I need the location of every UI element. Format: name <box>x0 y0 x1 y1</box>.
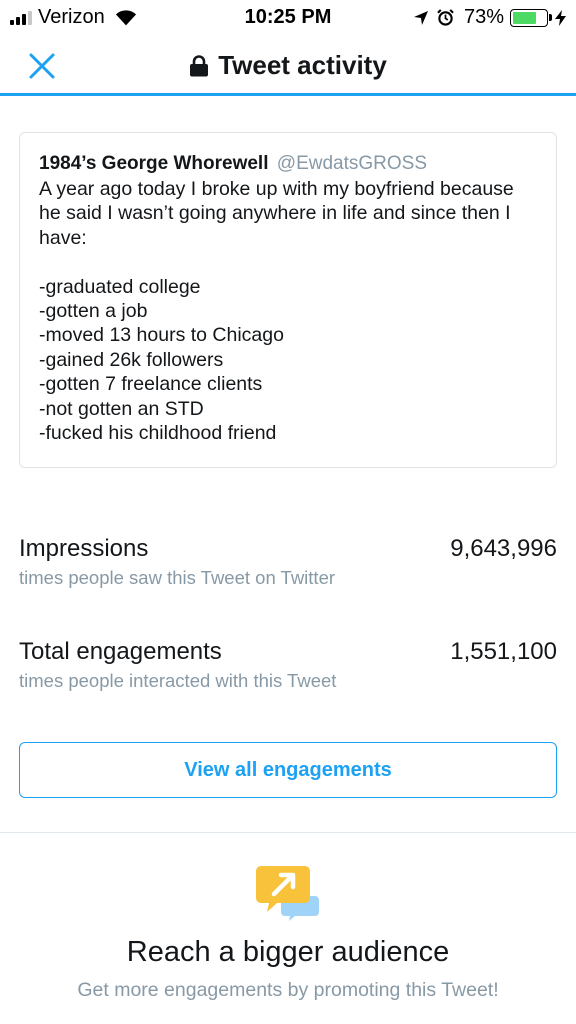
tweet-author-handle: @EwdatsGROSS <box>276 153 427 174</box>
battery-percent: 73% <box>463 6 504 28</box>
impressions-value: 9,643,996 <box>450 535 557 562</box>
promo-title: Reach a bigger audience <box>126 936 450 968</box>
charging-icon <box>555 9 566 26</box>
battery-fill <box>513 11 537 24</box>
tweet-text: A year ago today I broke up with my boyf… <box>39 178 514 445</box>
status-bar: Verizon 10:25 PM 73% <box>0 0 576 36</box>
promo-subtitle: Get more engagements by promoting this T… <box>77 979 499 1001</box>
view-all-engagements-button[interactable]: View all engagements <box>19 742 557 798</box>
engagements-value: 1,551,100 <box>450 638 557 665</box>
battery-cap <box>549 14 552 21</box>
title-text: Tweet activity <box>218 50 387 80</box>
tweet-card[interactable]: 1984’s George Whorewell @EwdatsGROSS A y… <box>19 132 557 468</box>
alarm-icon <box>437 9 454 26</box>
engagements-metric: Total engagements 1,551,100 times people… <box>19 638 557 692</box>
promote-icon <box>256 866 319 921</box>
divider <box>0 832 576 833</box>
tweet-author-name: 1984’s George Whorewell <box>39 153 269 174</box>
impressions-metric: Impressions 9,643,996 times people saw t… <box>19 535 557 589</box>
nav-header: Tweet activity <box>0 36 576 96</box>
battery-icon <box>510 8 548 27</box>
lock-icon <box>190 54 209 76</box>
tweet-header: 1984’s George Whorewell @EwdatsGROSS <box>39 151 537 177</box>
engagements-description: times people interacted with this Tweet <box>19 670 337 691</box>
status-bar-right: 73% <box>413 6 566 29</box>
page-title: Tweet activity <box>0 50 576 81</box>
impressions-description: times people saw this Tweet on Twitter <box>19 567 336 588</box>
location-icon <box>413 10 428 25</box>
